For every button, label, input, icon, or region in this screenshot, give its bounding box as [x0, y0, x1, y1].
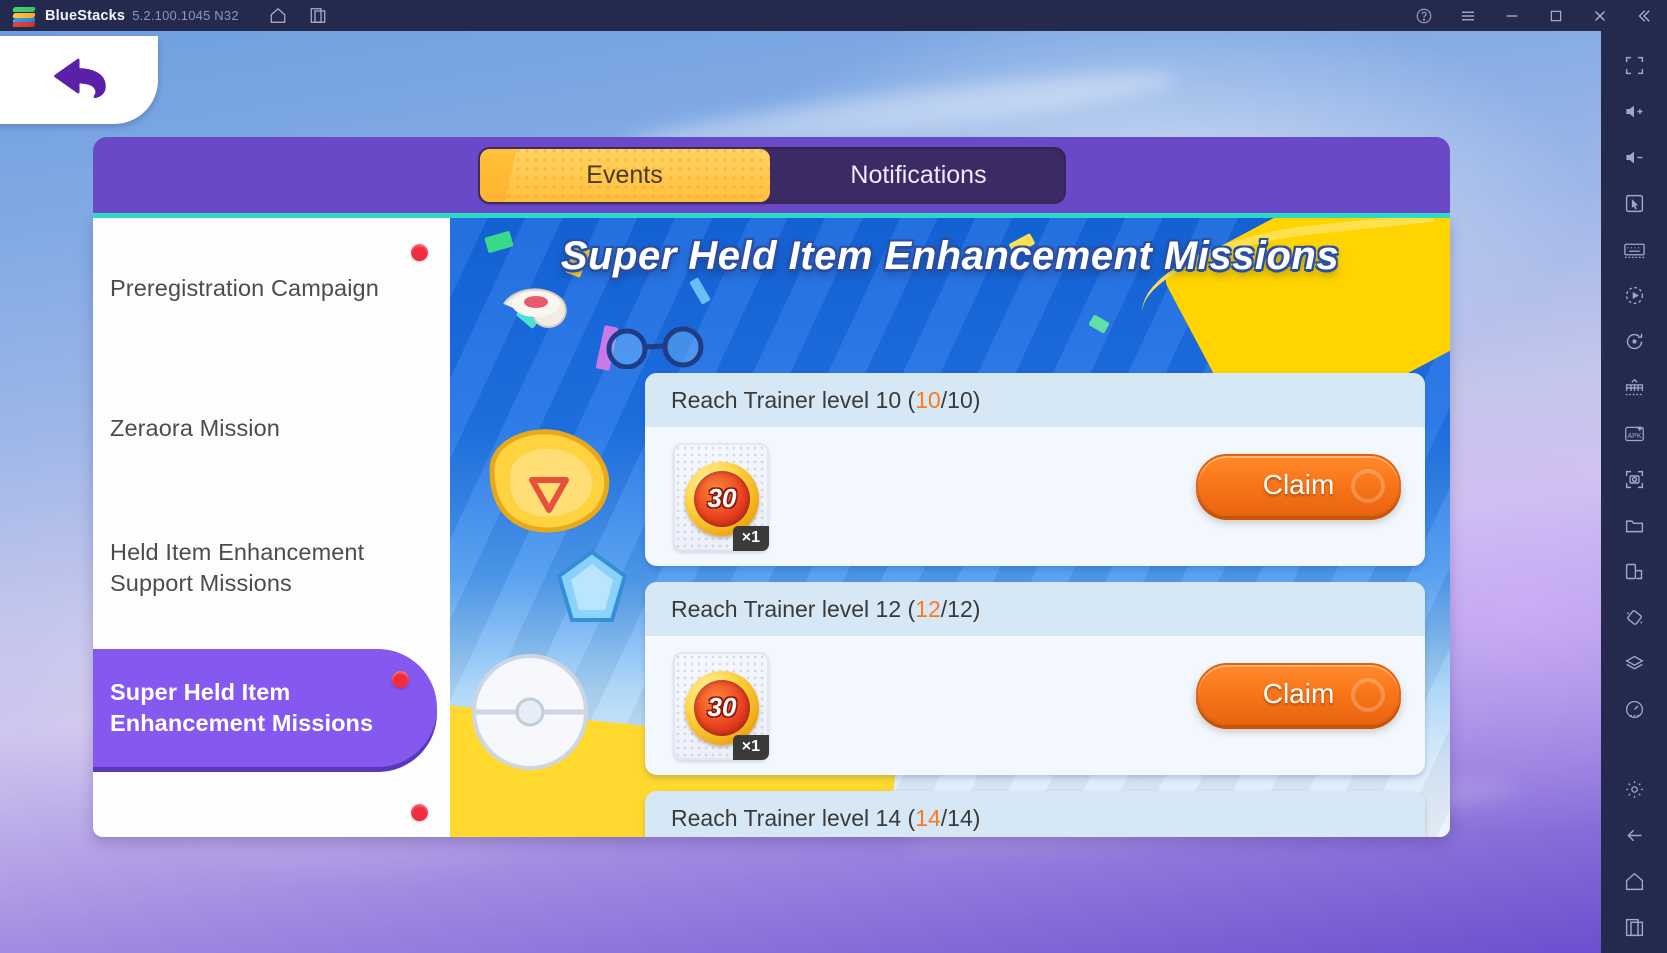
bell-item-decoration [472, 654, 588, 770]
home-icon[interactable] [1614, 861, 1654, 901]
tab-group: Events Notifications [477, 146, 1066, 204]
volume-up-icon[interactable] [1614, 91, 1654, 131]
multi-instance-icon[interactable] [309, 7, 327, 25]
recents-icon[interactable] [1614, 907, 1654, 947]
collapse-icon[interactable] [1635, 7, 1653, 25]
minimize-icon[interactable] [1503, 7, 1521, 25]
maximize-icon[interactable] [1547, 7, 1565, 25]
list-item-super-held-item[interactable]: Super Held Item Enhancement Missions [93, 649, 437, 767]
layers-icon[interactable] [1614, 643, 1654, 683]
reward-tile[interactable]: 30 ×1 [673, 651, 769, 760]
panel-body: Preregistration Campaign Zeraora Mission… [93, 218, 1450, 837]
close-icon[interactable] [1591, 7, 1609, 25]
list-item-zeraora[interactable]: Zeraora Mission [93, 358, 450, 498]
list-item-label: Super Held Item Enhancement Missions [110, 679, 374, 736]
coin-reward-icon: 30 [685, 670, 759, 745]
tab-notifications-label: Notifications [850, 160, 987, 189]
mission-title: Reach Trainer level 14 (14/14) [645, 791, 1425, 837]
tab-notifications[interactable]: Notifications [772, 147, 1066, 204]
claim-button[interactable]: Claim [1196, 663, 1401, 725]
mission-card: Reach Trainer level 14 (14/14) 30 ×1 Cla… [645, 791, 1425, 837]
back-icon[interactable] [1614, 815, 1654, 855]
app-title: BlueStacks [45, 7, 126, 24]
cursor-icon[interactable] [1614, 183, 1654, 223]
banner-title: Super Held Item Enhancement Missions [560, 234, 1340, 278]
titlebar: BlueStacks 5.2.100.1045 N32 [0, 0, 1667, 31]
muscle-band-decoration [489, 429, 610, 533]
mission-body: 30 ×1 Claim [645, 636, 1425, 775]
list-item-max-grade-trial[interactable]: Max-Grade Trial [93, 778, 450, 837]
home-icon[interactable] [269, 7, 287, 25]
multi-instance-icon[interactable] [1614, 551, 1654, 591]
claim-button-label: Claim [1262, 469, 1335, 500]
claim-button-label: Claim [1262, 678, 1335, 709]
event-detail: Super Held Item Enhancement Missions Rea… [450, 218, 1450, 837]
claim-button[interactable]: Claim [1196, 454, 1401, 516]
tab-bar: Events Notifications [93, 137, 1450, 218]
screenshot-icon[interactable] [1614, 459, 1654, 499]
status-badge [411, 244, 428, 261]
mission-progress-current: 12 [915, 595, 941, 622]
list-item-label: Zeraora Mission [110, 414, 280, 441]
game-controls-icon[interactable] [1614, 367, 1654, 407]
gem-item-decoration [556, 549, 628, 622]
reward-quantity: ×1 [732, 734, 769, 760]
reward-tile[interactable]: 30 ×1 [673, 442, 769, 551]
mission-list: Reach Trainer level 10 (10/10) 30 ×1 Cla… [645, 373, 1425, 837]
mission-progress-current: 10 [915, 386, 941, 413]
back-button[interactable] [0, 36, 158, 131]
status-badge [392, 671, 409, 688]
bluestacks-sidebar: APK [1601, 31, 1667, 953]
mission-title-prefix: Reach Trainer level 14 ( [671, 804, 916, 831]
app-version: 5.2.100.1045 N32 [132, 8, 239, 23]
reward-quantity: ×1 [732, 525, 769, 551]
game-viewport: Events Notifications Preregistration Cam… [0, 31, 1601, 953]
coin-reward-icon: 30 [685, 461, 759, 536]
list-item-held-item-support[interactable]: Held Item Enhancement Support Missions [93, 498, 450, 638]
back-arrow-icon [54, 58, 106, 99]
confetti-decoration [1088, 314, 1110, 334]
mission-title-prefix: Reach Trainer level 10 ( [671, 386, 916, 413]
rotate-screen-icon[interactable] [1614, 597, 1654, 637]
mission-title: Reach Trainer level 12 (12/12) [645, 582, 1425, 636]
media-folder-icon[interactable] [1614, 505, 1654, 545]
coin-value: 30 [707, 483, 737, 513]
list-item-label: Held Item Enhancement Support Missions [110, 539, 365, 596]
list-item-label: Preregistration Campaign [110, 274, 379, 301]
menu-icon[interactable] [1459, 7, 1477, 25]
mission-title-suffix: /12) [940, 595, 981, 622]
rotate-record-icon[interactable] [1614, 321, 1654, 361]
mission-body: 30 ×1 Claim [645, 427, 1425, 566]
mission-title-suffix: /14) [940, 804, 981, 831]
install-apk-icon[interactable]: APK [1614, 413, 1654, 453]
coin-value: 30 [707, 692, 737, 722]
mission-title-prefix: Reach Trainer level 12 ( [671, 595, 916, 622]
eco-mode-icon[interactable] [1614, 689, 1654, 729]
glasses-item-decoration [606, 326, 704, 369]
mission-title: Reach Trainer level 10 (10/10) [645, 373, 1425, 427]
event-list[interactable]: Preregistration Campaign Zeraora Mission… [93, 218, 450, 837]
mission-card: Reach Trainer level 10 (10/10) 30 ×1 Cla… [645, 373, 1425, 566]
tab-events[interactable]: Events [477, 146, 772, 204]
macro-icon[interactable] [1614, 275, 1654, 315]
keyboard-icon[interactable] [1614, 229, 1654, 269]
settings-icon[interactable] [1614, 769, 1654, 809]
fullscreen-icon[interactable] [1614, 45, 1654, 85]
mission-card: Reach Trainer level 12 (12/12) 30 ×1 Cla… [645, 582, 1425, 775]
mission-title-suffix: /10) [940, 386, 981, 413]
scarf-item-decoration [503, 288, 567, 328]
status-badge [411, 804, 428, 821]
mission-progress-current: 14 [915, 804, 941, 831]
help-icon[interactable] [1415, 7, 1433, 25]
list-item-preregistration[interactable]: Preregistration Campaign [93, 218, 450, 358]
svg-text:APK: APK [1627, 432, 1641, 439]
events-panel: Events Notifications Preregistration Cam… [93, 137, 1450, 877]
bluestacks-logo-icon [12, 5, 36, 27]
volume-down-icon[interactable] [1614, 137, 1654, 177]
tab-events-label: Events [586, 160, 663, 189]
list-item-label: Max-Grade Trial [110, 833, 280, 838]
